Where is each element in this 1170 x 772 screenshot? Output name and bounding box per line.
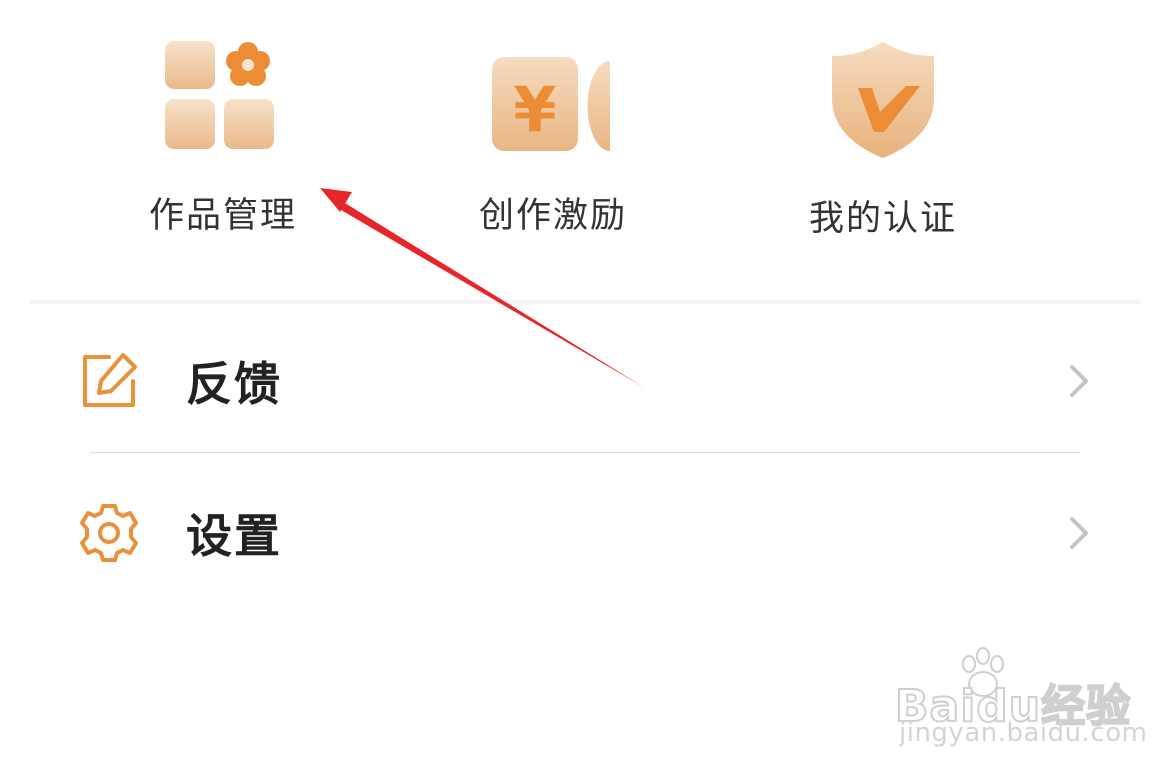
- chevron-right-icon: [1064, 361, 1094, 401]
- tile-creation-incentive[interactable]: ¥ 创作激励: [443, 38, 663, 238]
- tile-works-management[interactable]: 作品管理: [113, 38, 333, 238]
- apps-grid-flower-icon: [153, 38, 293, 159]
- menu-item-settings[interactable]: 设置: [0, 478, 1170, 588]
- svg-text:¥: ¥: [513, 73, 556, 146]
- menu-item-label: 设置: [186, 509, 282, 563]
- section-divider: [30, 300, 1140, 304]
- verified-shield-icon: [813, 38, 953, 162]
- watermark-url: jingyan.baidu.com: [899, 718, 1148, 748]
- menu-divider: [90, 452, 1080, 453]
- chevron-right-icon: [1064, 513, 1094, 553]
- edit-icon: [78, 350, 140, 412]
- tile-my-certification[interactable]: 我的认证: [773, 38, 993, 239]
- watermark: Baidu经验 jingyan.baidu.com: [894, 646, 1147, 756]
- gear-icon: [78, 502, 140, 564]
- menu-item-feedback[interactable]: 反馈: [0, 326, 1170, 436]
- yuan-coin-icon: ¥: [483, 38, 623, 159]
- menu-item-label: 反馈: [186, 357, 282, 411]
- tile-label: 创作激励: [478, 196, 627, 236]
- tile-label: 我的认证: [808, 199, 957, 239]
- tile-label: 作品管理: [148, 196, 297, 236]
